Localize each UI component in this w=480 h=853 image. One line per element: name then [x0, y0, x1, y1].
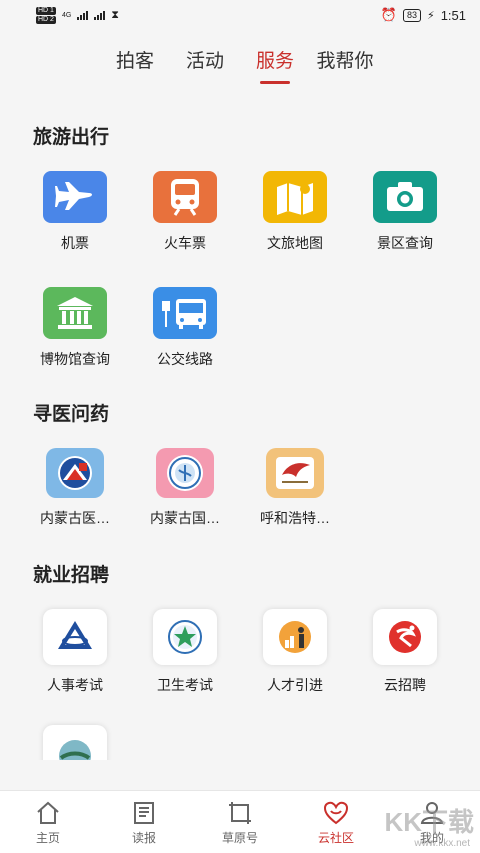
- watermark-url: www.kkx.net: [414, 838, 470, 849]
- frame-icon: [229, 802, 251, 824]
- network-label: 4G: [61, 11, 72, 19]
- train-icon: [153, 171, 217, 223]
- service-item-scenic[interactable]: 景区查询: [350, 171, 460, 287]
- service-label: 景区查询: [377, 235, 433, 251]
- service-item-cloud-recruit[interactable]: 云招聘: [350, 609, 460, 725]
- tab-activity[interactable]: 活动: [170, 30, 240, 90]
- charging-icon: ⚡: [426, 9, 435, 22]
- home-icon: [37, 801, 59, 824]
- bottom-tab-label: 草原号: [221, 831, 258, 845]
- service-item-hospital-1[interactable]: 内蒙古医…: [20, 448, 130, 564]
- hd1-badge: HD 1: [36, 6, 56, 15]
- bottom-tab-grassland[interactable]: 草原号: [192, 791, 288, 853]
- section-title-jobs: 就业招聘: [33, 565, 110, 586]
- partial-service-icon: [43, 725, 107, 760]
- signal-icon-2: [94, 10, 106, 20]
- service-item-hospital-3[interactable]: 呼和浩特…: [240, 448, 350, 564]
- map-icon: [263, 171, 327, 223]
- status-right: ⏰ 83 ⚡ 1:51: [381, 7, 466, 23]
- bottom-tab-newspaper[interactable]: 读报: [96, 791, 192, 853]
- service-label: 机票: [61, 235, 89, 251]
- museum-icon: [43, 287, 107, 339]
- medical-grid: 内蒙古医… 内蒙古国… 呼和浩特…: [0, 448, 480, 564]
- service-content: 旅游出行 机票 火车票 文旅地图 景区查询 博物馆查询 公交线路 寻医问药 内蒙…: [0, 95, 480, 760]
- service-item-partial[interactable]: [20, 725, 130, 760]
- bottom-tab-label: 主页: [35, 831, 60, 845]
- signal-icon: [77, 10, 89, 20]
- service-label: 文旅地图: [267, 235, 323, 251]
- health-exam-icon: [153, 609, 217, 665]
- service-item-talent[interactable]: 人才引进: [240, 609, 350, 725]
- service-item-personnel-exam[interactable]: 人事考试: [20, 609, 130, 725]
- bus-icon: [153, 287, 217, 339]
- service-item-health-exam[interactable]: 卫生考试: [130, 609, 240, 725]
- tab-service[interactable]: 服务: [240, 30, 310, 90]
- bottom-tab-label: 云社区: [317, 831, 354, 845]
- watermark-text: KK下载: [384, 807, 474, 837]
- tab-paike[interactable]: 拍客: [100, 30, 170, 90]
- service-label: 公交线路: [157, 351, 213, 367]
- status-time: 1:51: [440, 7, 466, 23]
- camera-icon: [373, 171, 437, 223]
- section-title-medical: 寻医问药: [33, 404, 110, 425]
- recruit-icon: [373, 609, 437, 665]
- talent-icon: [263, 609, 327, 665]
- service-label: 人事考试: [47, 677, 103, 693]
- section-title-travel: 旅游出行: [33, 127, 110, 148]
- service-item-flight[interactable]: 机票: [20, 171, 130, 287]
- service-label: 人才引进: [267, 677, 323, 693]
- service-label: 内蒙古医…: [40, 510, 110, 526]
- hd2-badge: HD 2: [36, 15, 56, 24]
- alarm-icon: ⏰: [380, 7, 397, 22]
- service-item-museum[interactable]: 博物馆查询: [20, 287, 130, 403]
- newspaper-icon: [134, 802, 154, 824]
- hourglass-icon: ⧗: [111, 8, 120, 21]
- service-label: 云招聘: [384, 677, 426, 693]
- hospital-bird-icon: [266, 448, 324, 498]
- service-item-bus[interactable]: 公交线路: [130, 287, 240, 403]
- airplane-icon: [43, 171, 107, 223]
- service-label: 火车票: [164, 235, 206, 251]
- community-heart-icon: [323, 801, 349, 825]
- battery-badge: 83: [402, 8, 421, 22]
- travel-grid: 机票 火车票 文旅地图 景区查询 博物馆查询 公交线路: [0, 171, 480, 403]
- bottom-tab-label: 读报: [131, 831, 156, 845]
- status-bar: HD 1 HD 2 4G ⧗ ⏰ 83 ⚡ 1:51: [0, 0, 480, 30]
- top-tab-bar: 拍客 活动 服务 我帮你: [0, 30, 480, 90]
- bottom-tab-home[interactable]: 主页: [0, 791, 96, 853]
- tab-help[interactable]: 我帮你: [310, 30, 380, 90]
- service-label: 卫生考试: [157, 677, 213, 693]
- service-label: 博物馆查询: [40, 351, 110, 367]
- service-label: 内蒙古国…: [150, 510, 220, 526]
- bottom-tab-community[interactable]: 云社区: [288, 791, 384, 853]
- service-item-map[interactable]: 文旅地图: [240, 171, 350, 287]
- service-item-train[interactable]: 火车票: [130, 171, 240, 287]
- signal-group: HD 1 HD 2 4G ⧗: [36, 6, 120, 24]
- exam-logo-icon: [43, 609, 107, 665]
- hospital-logo-icon: [46, 448, 104, 498]
- watermark: KK下载 www.kkx.net: [384, 802, 474, 849]
- hospital-emblem-icon: [156, 448, 214, 498]
- service-label: 呼和浩特…: [260, 510, 330, 526]
- jobs-grid: 人事考试 卫生考试 人才引进 云招聘: [0, 609, 480, 760]
- service-item-hospital-2[interactable]: 内蒙古国…: [130, 448, 240, 564]
